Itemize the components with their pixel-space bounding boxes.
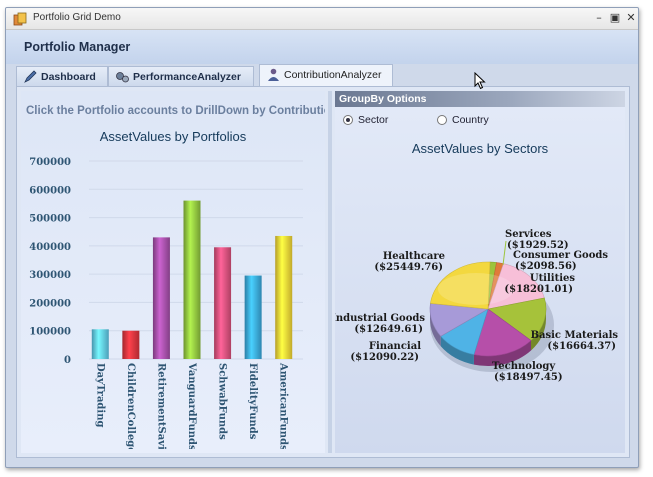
pie-label-value: ($18497.45) (494, 372, 563, 383)
bar-DayTrading[interactable] (91, 329, 109, 359)
y-tick-label: 300000 (29, 270, 71, 281)
groupby-header: GroupBy Options (335, 91, 625, 107)
minimize-icon[interactable]: – (593, 11, 605, 25)
content-area: Click the Portfolio accounts to DrillDow… (16, 86, 630, 458)
panel-splitter[interactable] (328, 91, 332, 453)
tab-label: Dashboard (41, 71, 96, 83)
tab-dashboard[interactable]: Dashboard (16, 66, 108, 86)
sector-pie-chart: Services($1929.52)Consumer Goods($2098.5… (335, 229, 619, 383)
title-bar: Portfolio Grid Demo – ▣ ✕ (6, 8, 638, 30)
x-tick-label: ChildrenCollegeSavings (125, 363, 136, 449)
bar-VanguardFunds[interactable] (183, 200, 201, 359)
pie-label-value: ($18201.01) (504, 284, 573, 295)
pie-label-value: ($12090.22) (350, 352, 419, 363)
bar-chart-title: AssetValues by Portfolios (99, 129, 247, 144)
bar-FidelityFunds[interactable] (244, 275, 262, 359)
tab-bar: Dashboard PerformanceAnalyzer Contributi… (16, 64, 630, 87)
maximize-icon[interactable]: ▣ (609, 11, 621, 25)
pie-highlight (438, 273, 514, 305)
pie-label-value: ($25449.76) (374, 262, 443, 273)
instruction-text: Click the Portfolio accounts to DrillDow… (26, 105, 325, 117)
radio-selected-icon (343, 115, 353, 125)
radio-label: Country (452, 114, 489, 126)
tab-label: PerformanceAnalyzer (133, 71, 241, 83)
pie-label-value: ($12649.61) (354, 324, 423, 335)
page-title: Portfolio Manager (24, 40, 131, 54)
y-tick-label: 500000 (29, 214, 71, 225)
person-icon (268, 68, 279, 81)
app-window: Portfolio Grid Demo – ▣ ✕ Portfolio Mana… (5, 7, 639, 468)
pie-label-name: Technology (492, 361, 556, 372)
y-tick-label: 700000 (29, 157, 71, 168)
pie-label-name: Services (505, 229, 552, 240)
radio-sector[interactable]: Sector (343, 114, 388, 126)
page-header: Portfolio Manager (6, 30, 638, 64)
radio-unselected-icon (437, 115, 447, 125)
x-tick-label: DayTrading (94, 363, 105, 427)
pen-icon (24, 70, 37, 83)
pie-label-name: Basic Materials (531, 330, 619, 341)
y-tick-label: 600000 (29, 185, 71, 196)
pie-label-name: Healthcare (383, 251, 445, 262)
x-tick-label: VanguardFunds (186, 362, 197, 449)
x-tick-label: RetirementSavings (155, 363, 166, 449)
bar-SchwabFunds[interactable] (214, 247, 232, 359)
x-tick-label: FidelityFunds (247, 363, 258, 440)
pie-label-value: ($16664.37) (547, 341, 616, 352)
pie-label-name: Utilities (530, 273, 576, 284)
tab-performance-analyzer[interactable]: PerformanceAnalyzer (108, 66, 254, 86)
portfolio-bar-chart: 0 100000 200000 300000 400000 500000 600000 700… (29, 157, 303, 449)
pie-chart-title: AssetValues by Sectors (411, 141, 549, 156)
tab-label: ContributionAnalyzer (284, 69, 382, 81)
radio-label: Sector (358, 114, 389, 126)
y-tick-label: 400000 (29, 242, 71, 253)
portfolio-chart-panel: Click the Portfolio accounts to DrillDow… (21, 91, 325, 453)
pie-leader-line (502, 240, 507, 266)
pie-label-name: Financial (369, 341, 421, 352)
sector-chart-panel: GroupBy Options Sector Country AssetValu… (335, 91, 625, 453)
y-tick-label: 200000 (29, 298, 71, 309)
bar-AmericanFunds[interactable] (275, 235, 293, 359)
y-tick-label: 100000 (29, 327, 71, 338)
pie-label-value: ($2098.56) (515, 261, 577, 272)
close-icon[interactable]: ✕ (625, 11, 637, 25)
x-tick-label: SchwabFunds (217, 363, 228, 440)
y-tick-label: 0 (64, 355, 71, 366)
bar-RetirementSavings[interactable] (152, 237, 170, 359)
pie-label-name: Industrial Goods (335, 313, 425, 324)
x-tick-label: AmericanFunds (278, 362, 289, 449)
mouse-pointer-icon (474, 72, 486, 90)
tab-contribution-analyzer[interactable]: ContributionAnalyzer (259, 64, 393, 87)
pie-label-name: Consumer Goods (513, 250, 608, 261)
window-title: Portfolio Grid Demo (33, 12, 121, 23)
gears-icon (116, 72, 129, 83)
app-icon (13, 12, 27, 26)
radio-country[interactable]: Country (437, 114, 489, 126)
bar-ChildrenCollegeSavings[interactable] (122, 330, 140, 359)
